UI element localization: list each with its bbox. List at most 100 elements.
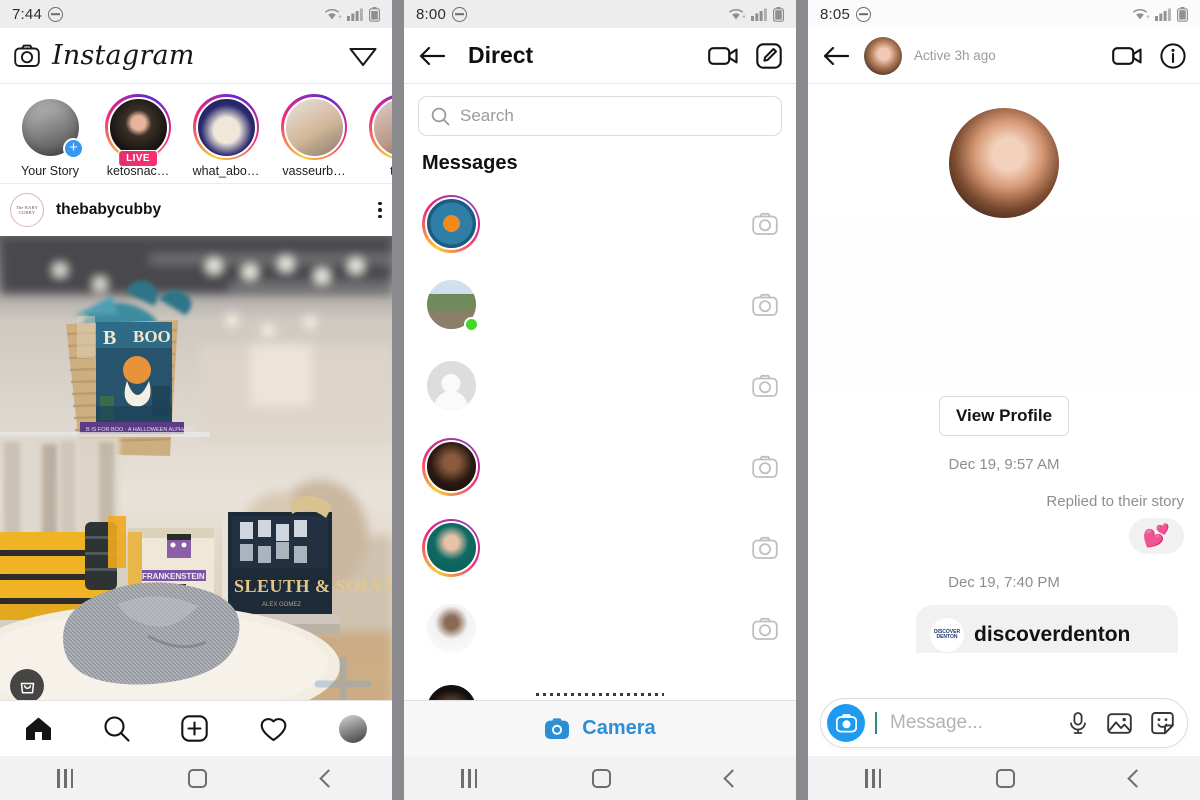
list-item[interactable]: [404, 183, 796, 264]
default-user-icon: [424, 359, 478, 412]
camera-icon[interactable]: [544, 717, 570, 741]
message-input-placeholder[interactable]: Message...: [890, 712, 1059, 734]
video-call-icon[interactable]: [708, 45, 738, 67]
camera-icon[interactable]: [827, 704, 865, 742]
thread-avatar-ring: [422, 599, 480, 658]
camera-icon[interactable]: [752, 536, 778, 560]
wifi-icon: +: [324, 8, 341, 21]
svg-text:FRANKENSTEIN: FRANKENSTEIN: [142, 572, 205, 581]
home-button-icon[interactable]: [995, 768, 1015, 788]
wifi-icon: +: [728, 8, 745, 21]
profile-avatar-icon[interactable]: [338, 714, 367, 743]
list-item[interactable]: [404, 426, 796, 507]
page-title: Direct: [468, 42, 534, 68]
post-header: The BABY CUBBY thebabycubby: [0, 184, 392, 236]
chat-message-area[interactable]: View Profile Dec 19, 9:57 AM Replied to …: [808, 84, 1200, 659]
photo-gallery-icon[interactable]: [1107, 712, 1132, 735]
back-arrow-icon[interactable]: [418, 45, 446, 67]
three-panel-screenshot: 7:44 + Instagram + Your Story LIVE ketos…: [0, 0, 1200, 800]
thread-avatar-ring: [422, 275, 480, 334]
svg-text:+: +: [338, 14, 341, 21]
panel-divider: [796, 0, 808, 800]
camera-bar[interactable]: Camera: [404, 700, 796, 756]
story-ring: [193, 94, 259, 160]
story-item[interactable]: + Your Story: [6, 94, 94, 178]
post-author-avatar[interactable]: The BABY CUBBY: [10, 193, 44, 227]
battery-icon: [369, 6, 380, 22]
back-button-icon[interactable]: [722, 768, 742, 788]
story-item[interactable]: vasseurb…: [270, 94, 358, 178]
camera-icon[interactable]: [752, 212, 778, 236]
list-item[interactable]: [404, 507, 796, 588]
compose-new-message-icon[interactable]: [756, 42, 782, 69]
search-placeholder: Search: [460, 106, 514, 125]
drag-handle[interactable]: [536, 693, 664, 696]
back-button-icon[interactable]: [318, 768, 338, 788]
status-bar-chat: 8:05 +: [808, 0, 1200, 28]
add-post-icon[interactable]: [181, 715, 208, 742]
video-call-icon[interactable]: [1112, 45, 1142, 67]
info-icon[interactable]: [1160, 42, 1186, 69]
list-item[interactable]: [404, 264, 796, 345]
back-button-icon[interactable]: [1126, 768, 1146, 788]
thread-avatar: [424, 440, 478, 493]
recents-icon[interactable]: [461, 768, 478, 788]
camera-icon[interactable]: [752, 617, 778, 641]
shared-post-username[interactable]: discoverdenton: [974, 623, 1130, 647]
story-ring: LIVE: [105, 94, 171, 167]
recents-icon[interactable]: [865, 768, 882, 788]
search-input[interactable]: Search: [418, 96, 782, 136]
camera-icon[interactable]: [752, 374, 778, 398]
cellular-signal-icon: [751, 8, 767, 21]
shopping-bag-icon[interactable]: [10, 669, 44, 703]
post-author-username[interactable]: thebabycubby: [56, 201, 161, 219]
camera-icon[interactable]: [14, 44, 40, 68]
contact-avatar[interactable]: [864, 36, 902, 75]
message-bubble[interactable]: 💕: [1128, 518, 1184, 554]
panel-divider: [392, 0, 404, 800]
back-arrow-icon[interactable]: [822, 45, 850, 67]
story-item[interactable]: what_abo…: [182, 94, 270, 178]
camera-icon[interactable]: [752, 293, 778, 317]
home-button-icon[interactable]: [187, 768, 207, 788]
profile-info-redacted: [808, 218, 1200, 390]
message-thread-list[interactable]: [404, 183, 796, 750]
list-item[interactable]: [404, 588, 796, 669]
do-not-disturb-icon: [48, 6, 63, 22]
message-timestamp: Dec 19, 9:57 AM: [948, 456, 1060, 473]
camera-icon[interactable]: [752, 455, 778, 479]
view-profile-button[interactable]: View Profile: [938, 396, 1070, 436]
thread-text-redacted: [494, 299, 738, 311]
microphone-icon[interactable]: [1067, 711, 1089, 735]
send-paperplane-icon[interactable]: [348, 42, 378, 70]
discoverdenton-logo-icon: DISCOVER DENTON: [930, 618, 964, 652]
thread-avatar-ring: [422, 437, 480, 496]
android-nav-bar[interactable]: [0, 756, 392, 800]
add-story-plus-icon[interactable]: +: [63, 138, 84, 159]
home-button-icon[interactable]: [591, 768, 611, 788]
more-options-icon[interactable]: [378, 201, 382, 219]
feed-tab-bar[interactable]: [0, 700, 392, 756]
status-time: 8:00: [416, 5, 446, 23]
recents-icon[interactable]: [57, 768, 74, 788]
sticker-icon[interactable]: [1150, 711, 1175, 735]
contact-active-status: Active 3h ago: [914, 48, 996, 63]
thread-text-redacted: [494, 218, 738, 230]
heart-activity-icon[interactable]: [259, 716, 288, 742]
android-nav-bar[interactable]: [404, 756, 796, 800]
shared-post-preview[interactable]: DISCOVER DENTON discoverdenton: [916, 605, 1178, 653]
story-item[interactable]: LIVE ketosnac…: [94, 94, 182, 178]
story-item[interactable]: thek: [358, 94, 392, 178]
search-icon[interactable]: [103, 715, 130, 742]
search-icon: [431, 107, 450, 125]
story-ring: [281, 94, 347, 160]
android-nav-bar[interactable]: [808, 756, 1200, 800]
contact-large-avatar[interactable]: [949, 108, 1059, 218]
post-photo[interactable]: B BOO B IS FOR BOO · A HALLOWEEN ALPHABE…: [0, 236, 392, 711]
thread-text-redacted: [494, 623, 738, 635]
home-icon[interactable]: [25, 716, 52, 741]
stories-tray[interactable]: + Your Story LIVE ketosnac… what_abo… va…: [0, 84, 392, 184]
list-item[interactable]: [404, 345, 796, 426]
message-composer[interactable]: Message...: [820, 698, 1188, 748]
svg-text:B: B: [103, 327, 116, 349]
